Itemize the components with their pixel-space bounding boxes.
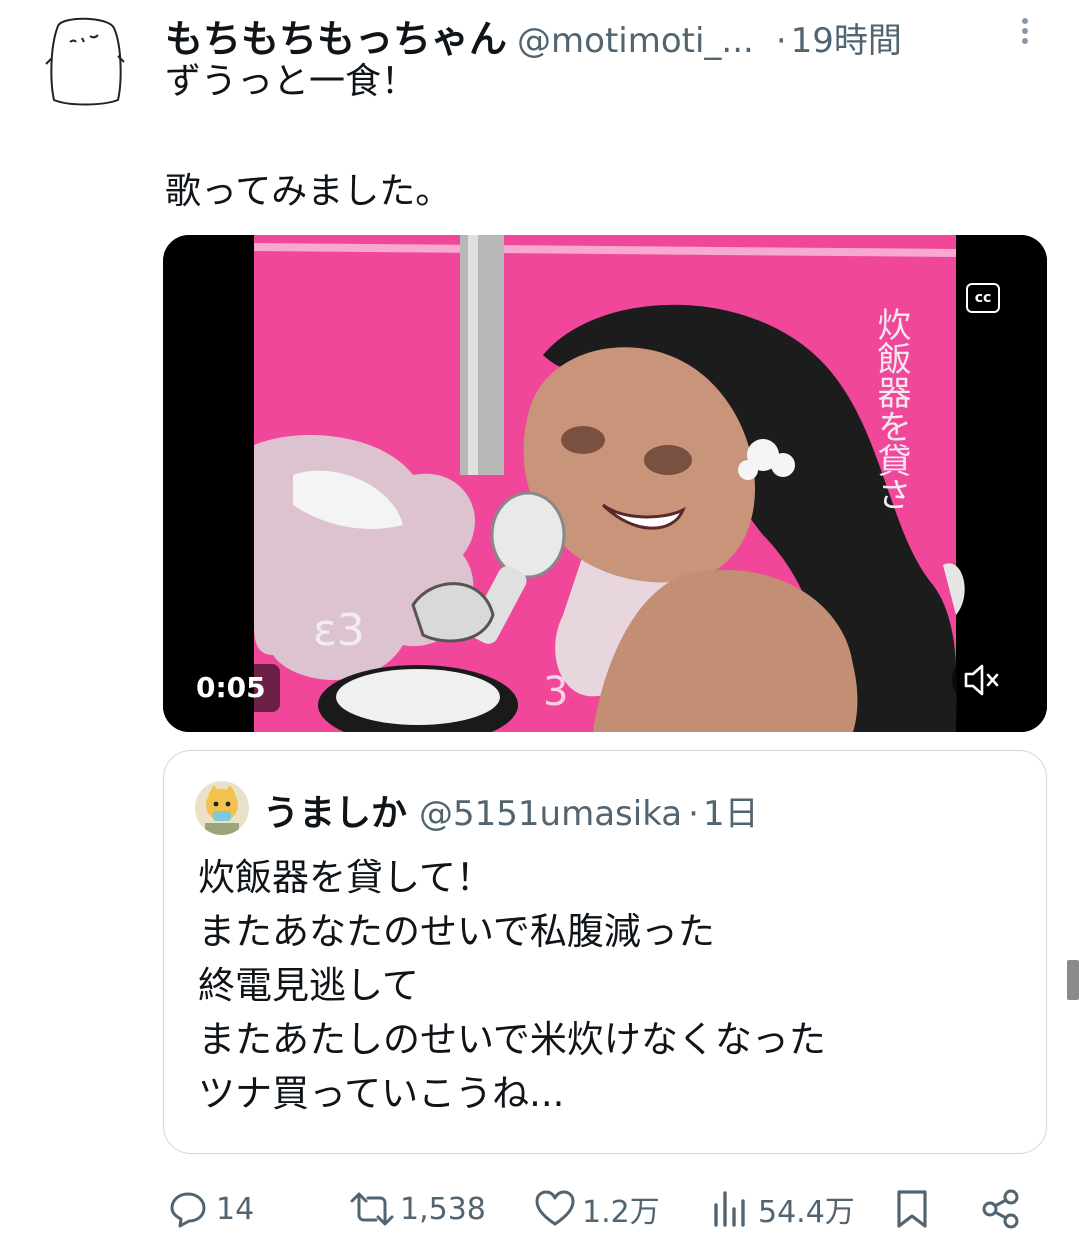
post-text-line: ずうっと一食！ [165, 61, 418, 102]
post-text-line: 歌ってみました。 [165, 171, 452, 212]
views-icon [714, 1191, 745, 1227]
quote-text-line: またあなたのせいで私腹減った [198, 910, 715, 953]
quote-author-handle[interactable]: @5151umasika [419, 794, 682, 834]
share-icon [982, 1189, 1019, 1229]
quote-text-line: 炊飯器を貸して！ [198, 856, 493, 899]
more-icon[interactable] [1014, 14, 1036, 50]
video-frame: ε3 3 [163, 235, 1047, 732]
quote-text-line: 終電見逃して [198, 964, 419, 1007]
cc-icon[interactable]: cc [966, 283, 1000, 313]
views-button[interactable]: 54.4万 [712, 1184, 855, 1234]
separator-dot: · [688, 794, 699, 834]
share-button[interactable] [980, 1184, 1022, 1234]
post-header: もちもちもっちゃん @motimoti_... · 19時間 [165, 8, 1035, 61]
svg-text:ε3: ε3 [313, 605, 365, 656]
quote-author-name[interactable]: うましか [263, 784, 407, 836]
like-button[interactable]: 1.2万 [534, 1184, 660, 1234]
video-timestamp: 0:05 [182, 664, 280, 712]
svg-text:3: 3 [543, 669, 568, 715]
bookmark-button[interactable] [894, 1184, 930, 1234]
view-count: 54.4万 [758, 1195, 855, 1230]
post-time[interactable]: 19時間 [791, 13, 902, 62]
bookmark-icon [897, 1190, 927, 1228]
mute-icon[interactable] [952, 652, 1008, 708]
like-icon [535, 1190, 575, 1226]
author-avatar[interactable] [42, 12, 128, 108]
retweet-count: 1,538 [400, 1191, 486, 1227]
like-count: 1.2万 [582, 1195, 660, 1230]
retweet-button[interactable]: 1,538 [348, 1184, 486, 1234]
quote-header: うましか @5151umasika · 1日 [263, 784, 759, 836]
video-player[interactable]: ε3 3 炊飯器を貸さ [163, 235, 1047, 732]
reply-button[interactable]: 14 [168, 1184, 254, 1234]
video-overlay-text: 炊飯器を貸さ [871, 307, 911, 511]
author-name[interactable]: もちもちもっちゃん [165, 8, 507, 63]
reply-count: 14 [216, 1191, 255, 1227]
retweet-icon [350, 1192, 394, 1226]
quote-text-line: またあたしのせいで米炊けなくなった [198, 1018, 826, 1061]
quote-text-line: ツナ買っていこうね... [198, 1072, 565, 1115]
scrollbar-thumb[interactable] [1067, 960, 1079, 1000]
author-handle[interactable]: @motimoti_... [517, 21, 754, 61]
separator-dot: · [775, 21, 787, 61]
reply-icon [170, 1192, 206, 1228]
quote-time[interactable]: 1日 [703, 786, 759, 835]
quote-author-avatar [195, 781, 249, 835]
